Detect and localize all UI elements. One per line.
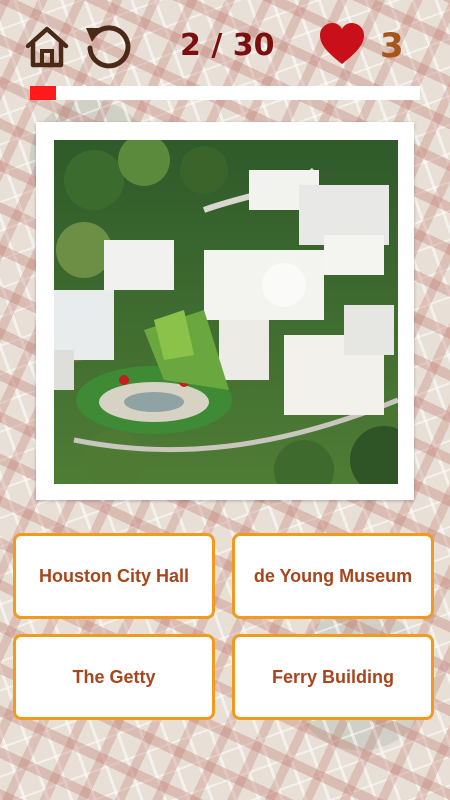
progress-fill — [30, 86, 56, 100]
restart-icon[interactable] — [82, 20, 134, 72]
home-icon[interactable] — [24, 24, 70, 70]
lives-count: 3 — [380, 26, 404, 66]
question-counter: 2 / 30 — [180, 28, 275, 63]
landmark-photo — [54, 140, 398, 484]
answer-button-3[interactable]: The Getty — [13, 634, 215, 720]
answer-button-1[interactable]: Houston City Hall — [13, 533, 215, 619]
answer-button-2[interactable]: de Young Museum — [232, 533, 434, 619]
photo-card — [36, 122, 414, 500]
top-bar: 2 / 30 3 — [0, 0, 450, 100]
answer-button-4[interactable]: Ferry Building — [232, 634, 434, 720]
progress-bar — [30, 86, 420, 100]
heart-icon — [318, 22, 366, 66]
